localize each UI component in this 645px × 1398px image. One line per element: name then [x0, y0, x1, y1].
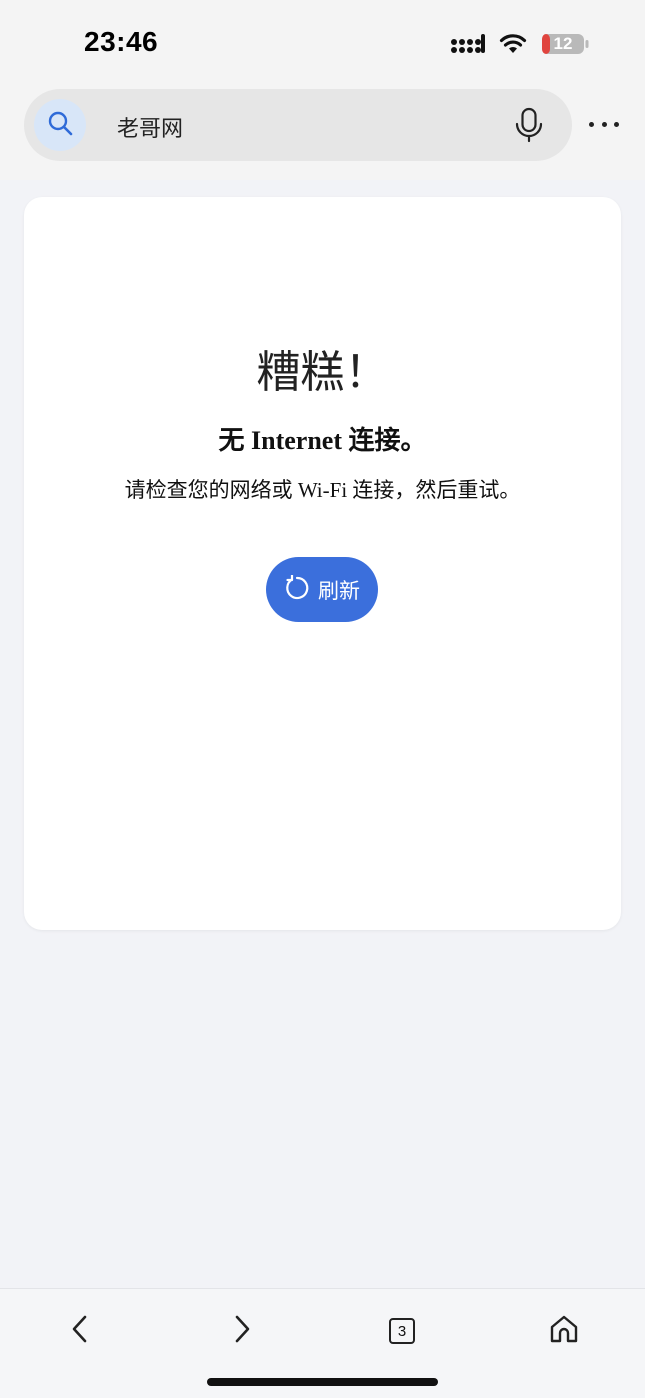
address-text: 老哥网: [117, 117, 184, 142]
back-icon: [70, 1314, 90, 1348]
more-options-button[interactable]: [589, 112, 619, 136]
wifi-icon: [499, 33, 527, 55]
status-icons: 12: [451, 30, 589, 58]
refresh-label: 刷新: [318, 578, 360, 603]
more-dots-icon: [589, 121, 594, 127]
tab-count: 3: [389, 1318, 415, 1344]
refresh-button[interactable]: 刷新: [266, 557, 378, 622]
battery-icon: 12: [541, 32, 589, 56]
tabs-button[interactable]: 3: [378, 1307, 426, 1355]
microphone-icon[interactable]: [514, 107, 544, 147]
battery-percentage: 12: [553, 34, 573, 53]
home-indicator[interactable]: [207, 1378, 438, 1386]
search-icon: [47, 110, 73, 140]
search-button[interactable]: [34, 99, 86, 151]
address-bar-area: 老哥网: [0, 86, 645, 180]
home-button[interactable]: [540, 1307, 588, 1355]
status-time: 23:46: [84, 26, 159, 57]
cellular-signal-icon: [451, 33, 485, 55]
forward-icon: [232, 1314, 252, 1348]
refresh-icon: [284, 573, 310, 605]
error-heading: 无 Internet 连接。: [218, 426, 427, 455]
home-icon: [549, 1314, 579, 1348]
forward-button[interactable]: [218, 1307, 266, 1355]
error-message: 请检查您的网络或 Wi-Fi 连接，然后重试。: [124, 478, 521, 502]
status-bar: 23:46 12: [0, 0, 645, 86]
address-bar[interactable]: 老哥网: [24, 89, 572, 161]
error-title: 糟糕！: [256, 347, 389, 398]
back-button[interactable]: [56, 1307, 104, 1355]
